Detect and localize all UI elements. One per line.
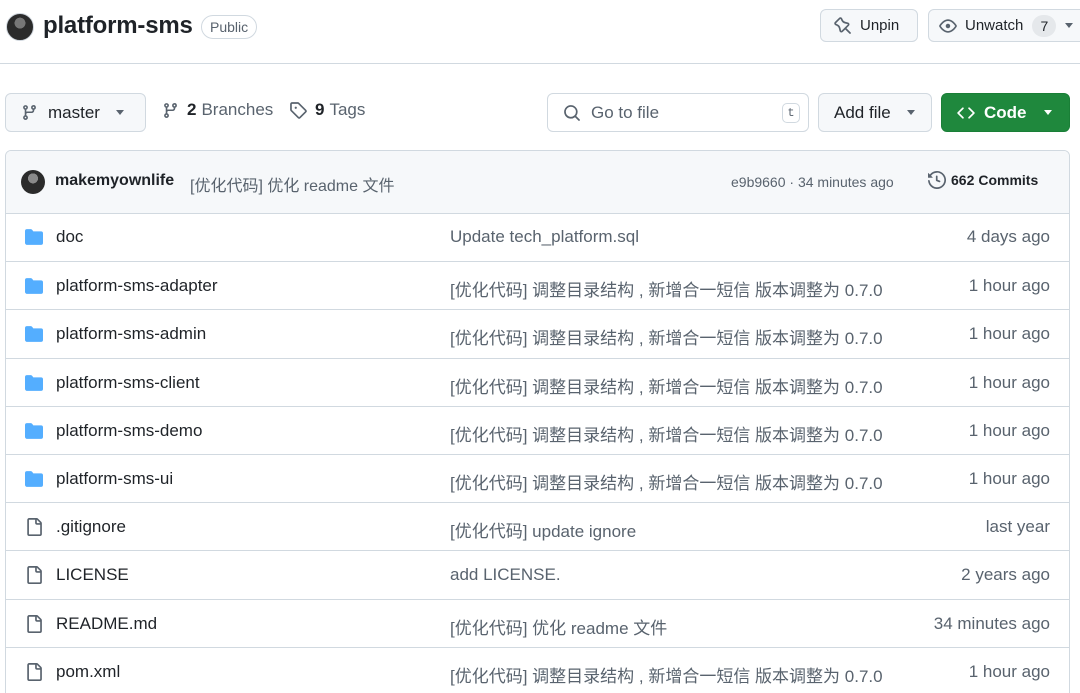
git-branch-icon [21,104,38,121]
unpin-label: Unpin [860,17,900,34]
file-row[interactable]: LICENSE add LICENSE. 2 years ago [6,550,1069,598]
tags-link[interactable]: 9 Tags [289,100,365,120]
keyboard-shortcut-hint: t [782,103,800,123]
file-row[interactable]: .gitignore [优化代码] update ignore last year [6,502,1069,550]
file-name-link[interactable]: platform-sms-ui [56,469,173,489]
file-commit-message[interactable]: [优化代码] 调整目录结构 , 新增合一短信 版本调整为 0.7.0 [450,662,883,687]
go-to-file-input[interactable] [591,102,771,123]
file-commit-message[interactable]: [优化代码] 调整目录结构 , 新增合一短信 版本调整为 0.7.0 [450,276,883,301]
file-icon [24,518,44,537]
unpin-button[interactable]: Unpin [820,9,918,42]
owner-avatar[interactable] [6,13,34,41]
file-name-link[interactable]: platform-sms-client [56,373,200,393]
unwatch-label: Unwatch [965,17,1024,34]
file-row[interactable]: platform-sms-adapter [优化代码] 调整目录结构 , 新增合一… [6,261,1069,309]
file-commit-message[interactable]: [优化代码] 优化 readme 文件 [450,614,667,639]
file-commit-age: 1 hour ago [968,661,1050,681]
chevron-down-icon [1043,110,1052,115]
branch-select-button[interactable]: master [5,93,146,132]
file-name-link[interactable]: platform-sms-admin [56,324,206,344]
file-commit-age: 1 hour ago [968,276,1050,296]
go-to-file-search[interactable]: t [547,93,809,132]
file-commit-age: 1 hour ago [968,324,1050,344]
file-commit-message[interactable]: Update tech_platform.sql [450,227,639,247]
file-name-link[interactable]: README.md [56,614,157,634]
unwatch-button[interactable]: Unwatch 7 [928,9,1080,42]
chevron-down-icon [115,110,124,115]
tags-label: Tags [329,100,366,119]
commit-meta[interactable]: e9b9660 · 34 minutes ago [731,174,894,190]
file-name-link[interactable]: doc [56,227,83,247]
history-icon [928,171,946,189]
file-commit-message[interactable]: [优化代码] 调整目录结构 , 新增合一短信 版本调整为 0.7.0 [450,373,883,398]
file-commit-message[interactable]: add LICENSE. [450,565,561,585]
file-icon [24,662,44,681]
file-name-link[interactable]: .gitignore [56,517,126,537]
code-label: Code [984,102,1027,122]
latest-commit-bar: makemyownlife [优化代码] 优化 readme 文件 e9b966… [6,151,1069,214]
file-commit-age: 4 days ago [966,227,1050,246]
file-name-link[interactable]: platform-sms-demo [56,421,202,441]
file-row[interactable]: platform-sms-admin [优化代码] 调整目录结构 , 新增合一短信… [6,309,1069,357]
repo-name[interactable]: platform-sms [43,12,193,40]
commits-history-link[interactable]: 662 Commits [928,171,1038,189]
file-browser: makemyownlife [优化代码] 优化 readme 文件 e9b966… [5,150,1070,693]
commit-message[interactable]: [优化代码] 优化 readme 文件 [190,172,394,196]
file-commit-age: 1 hour ago [968,372,1050,392]
file-name-link[interactable]: LICENSE [56,565,129,585]
file-commit-age: 34 minutes ago [933,613,1050,633]
branches-link[interactable]: 2 Branches [162,100,273,120]
branch-name: master [48,102,100,122]
file-commit-message[interactable]: [优化代码] 调整目录结构 , 新增合一短信 版本调整为 0.7.0 [450,421,883,446]
file-commit-message[interactable]: [优化代码] update ignore [450,517,636,542]
branches-label: Branches [201,100,274,119]
file-commit-message[interactable]: [优化代码] 调整目录结构 , 新增合一短信 版本调整为 0.7.0 [450,469,883,494]
tags-count: 9 [315,100,325,119]
add-file-button[interactable]: Add file [818,93,932,132]
eye-icon [939,17,957,35]
watch-count: 7 [1032,14,1057,37]
file-icon [24,566,44,585]
file-commit-message[interactable]: [优化代码] 调整目录结构 , 新增合一短信 版本调整为 0.7.0 [450,324,883,349]
repo-header: platform-sms Public Unpin Unwatch 7 [0,0,1080,64]
file-row[interactable]: platform-sms-ui [优化代码] 调整目录结构 , 新增合一短信 版本… [6,454,1069,502]
visibility-badge: Public [201,15,258,39]
avatar[interactable] [21,170,45,194]
folder-icon [24,374,44,392]
folder-icon [24,277,44,295]
file-name-link[interactable]: pom.xml [56,662,120,682]
git-branch-icon [162,102,179,119]
folder-icon [24,325,44,343]
file-row[interactable]: platform-sms-client [优化代码] 调整目录结构 , 新增合一短… [6,357,1069,406]
chevron-down-icon [1065,23,1074,28]
file-commit-age: 1 hour ago [968,469,1050,488]
code-icon [957,104,975,122]
commits-count: 662 [951,172,975,188]
commit-author[interactable]: makemyownlife [55,172,174,190]
tag-icon [289,101,307,119]
folder-icon [24,470,44,488]
file-name-link[interactable]: platform-sms-adapter [56,276,218,296]
file-commit-age: 2 years ago [961,565,1050,585]
file-row[interactable]: platform-sms-demo [优化代码] 调整目录结构 , 新增合一短信 … [6,405,1069,454]
commits-label: Commits [978,172,1039,188]
chevron-down-icon [906,110,915,115]
file-icon [24,614,44,633]
file-row[interactable]: README.md [优化代码] 优化 readme 文件 34 minutes a… [6,598,1069,647]
pin-icon [834,16,852,35]
file-commit-age: 1 hour ago [968,420,1050,440]
file-row[interactable]: doc Update tech_platform.sql 4 days ago [6,213,1069,261]
branches-count: 2 [187,100,197,119]
file-commit-age: last year [985,517,1050,537]
file-row[interactable]: pom.xml [优化代码] 调整目录结构 , 新增合一短信 版本调整为 0.7.… [6,646,1069,693]
folder-icon [24,422,44,440]
add-file-label: Add file [834,102,891,122]
code-button[interactable]: Code [941,93,1070,132]
folder-icon [24,228,44,246]
search-icon [563,104,581,122]
